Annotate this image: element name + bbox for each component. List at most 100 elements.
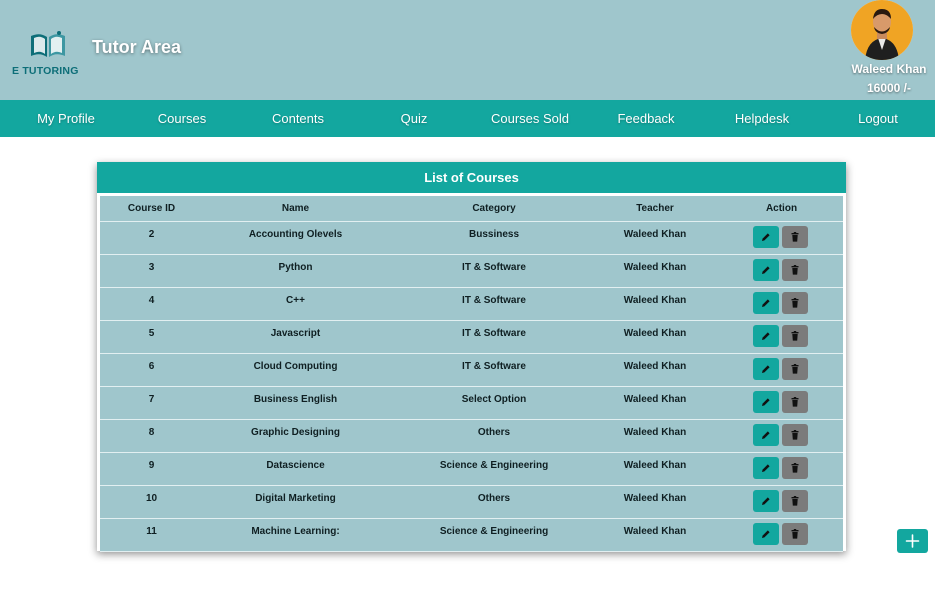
course-id-cell: 7 [148,394,155,405]
nav-item-courses[interactable]: Courses [124,100,240,137]
delete-course-button[interactable] [782,358,808,380]
plus-icon [905,534,920,548]
edit-course-button[interactable] [753,292,779,314]
course-id-cell: 2 [148,229,155,240]
course-name-cell: Python [278,262,313,273]
column-header-teacher: Teacher [636,203,674,214]
course-id-cell: 6 [148,361,155,372]
column-header-category: Category [472,203,516,214]
table-row: 11 Machine Learning: Science & Engineering… [100,519,843,552]
edit-course-button[interactable] [753,226,779,248]
course-id-cell: 5 [148,328,155,339]
trash-icon [791,364,799,374]
course-category-cell: Science & Engineering [439,526,549,537]
nav-item-feedback[interactable]: Feedback [588,100,704,137]
edit-course-button[interactable] [753,457,779,479]
course-teacher-cell: Waleed Khan [623,328,687,339]
course-category-cell: IT & Software [462,361,526,372]
course-name-cell: Datascience [266,460,325,471]
nav-item-my-profile[interactable]: My Profile [8,100,124,137]
course-category-cell: Others [477,493,511,504]
nav-item-courses-sold[interactable]: Courses Sold [472,100,588,137]
edit-course-button[interactable] [753,490,779,512]
table-row: 9 Datascience Science & Engineering Waleed … [100,453,843,486]
table-row: 4 C++ IT & Software Waleed Khan [100,288,843,321]
nav-item-contents[interactable]: Contents [240,100,356,137]
course-id-cell: 10 [145,493,158,504]
pencil-icon [762,266,770,274]
table-row: 6 Cloud Computing IT & Software Waleed Khan [100,354,843,387]
pencil-icon [762,233,770,241]
course-name-cell: Javascript [270,328,321,339]
logo-text: E TUTORING [12,65,79,77]
course-name-cell: Digital Marketing [255,493,336,504]
edit-course-button[interactable] [753,424,779,446]
book-logo-icon [31,31,65,57]
course-name-cell: Machine Learning: [251,526,340,537]
course-name-cell: Accounting Olevels [248,229,343,240]
course-name-cell: C++ [286,295,305,306]
course-category-cell: Others [477,427,511,438]
pencil-icon [762,530,770,538]
header: E TUTORING Tutor Area Waleed Khan 16000 … [0,0,935,100]
edit-course-button[interactable] [753,325,779,347]
delete-course-button[interactable] [782,226,808,248]
course-teacher-cell: Waleed Khan [623,229,687,240]
table-row: 7 Business English Select Option Waleed Kha… [100,387,843,420]
edit-course-button[interactable] [753,391,779,413]
delete-course-button[interactable] [782,424,808,446]
delete-course-button[interactable] [782,325,808,347]
trash-icon [791,331,799,341]
course-name-cell: Graphic Designing [251,427,340,438]
user-name: Waleed Khan [851,62,927,76]
column-header-course-id: Course ID [127,203,176,214]
user-balance: 16000 /- [866,81,912,95]
avatar[interactable] [851,0,913,60]
delete-course-button[interactable] [782,523,808,545]
course-teacher-cell: Waleed Khan [623,427,687,438]
course-name-cell: Business English [253,394,338,405]
pencil-icon [762,299,770,307]
nav-item-helpdesk[interactable]: Helpdesk [704,100,820,137]
delete-course-button[interactable] [782,391,808,413]
course-id-cell: 9 [148,460,155,471]
column-header-action: Action [765,203,798,214]
table-row: 8 Graphic Designing Others Waleed Khan [100,420,843,453]
pencil-icon [762,365,770,373]
edit-course-button[interactable] [753,523,779,545]
table-header-row: Course ID Name Category Teacher Action [100,196,843,222]
delete-course-button[interactable] [782,490,808,512]
course-teacher-cell: Waleed Khan [623,394,687,405]
course-id-cell: 3 [148,262,155,273]
add-course-button[interactable] [897,529,928,553]
table-row: 2 Accounting Olevels Bussiness Waleed Khan [100,222,843,255]
pencil-icon [762,398,770,406]
user-avatar-icon [851,0,913,60]
page-title: Tutor Area [92,37,182,57]
edit-course-button[interactable] [753,259,779,281]
course-id-cell: 8 [148,427,155,438]
trash-icon [791,265,799,275]
trash-icon [791,232,799,242]
nav-item-quiz[interactable]: Quiz [356,100,472,137]
pencil-icon [762,464,770,472]
delete-course-button[interactable] [782,259,808,281]
edit-course-button[interactable] [753,358,779,380]
table-row: 10 Digital Marketing Others Waleed Khan [100,486,843,519]
pencil-icon [762,497,770,505]
courses-panel: List of Courses Course ID Name Category … [97,162,846,552]
course-id-cell: 11 [146,526,157,537]
course-teacher-cell: Waleed Khan [623,295,687,306]
trash-icon [791,397,799,407]
delete-course-button[interactable] [782,457,808,479]
trash-icon [791,298,799,308]
courses-table: Course ID Name Category Teacher Action 2… [100,196,843,552]
pencil-icon [762,332,770,340]
course-id-cell: 4 [148,295,155,306]
course-teacher-cell: Waleed Khan [623,460,687,471]
table-row: 5 Javascript IT & Software Waleed Khan [100,321,843,354]
course-teacher-cell: Waleed Khan [623,493,687,504]
delete-course-button[interactable] [782,292,808,314]
nav-item-logout[interactable]: Logout [820,100,935,137]
trash-icon [791,430,799,440]
